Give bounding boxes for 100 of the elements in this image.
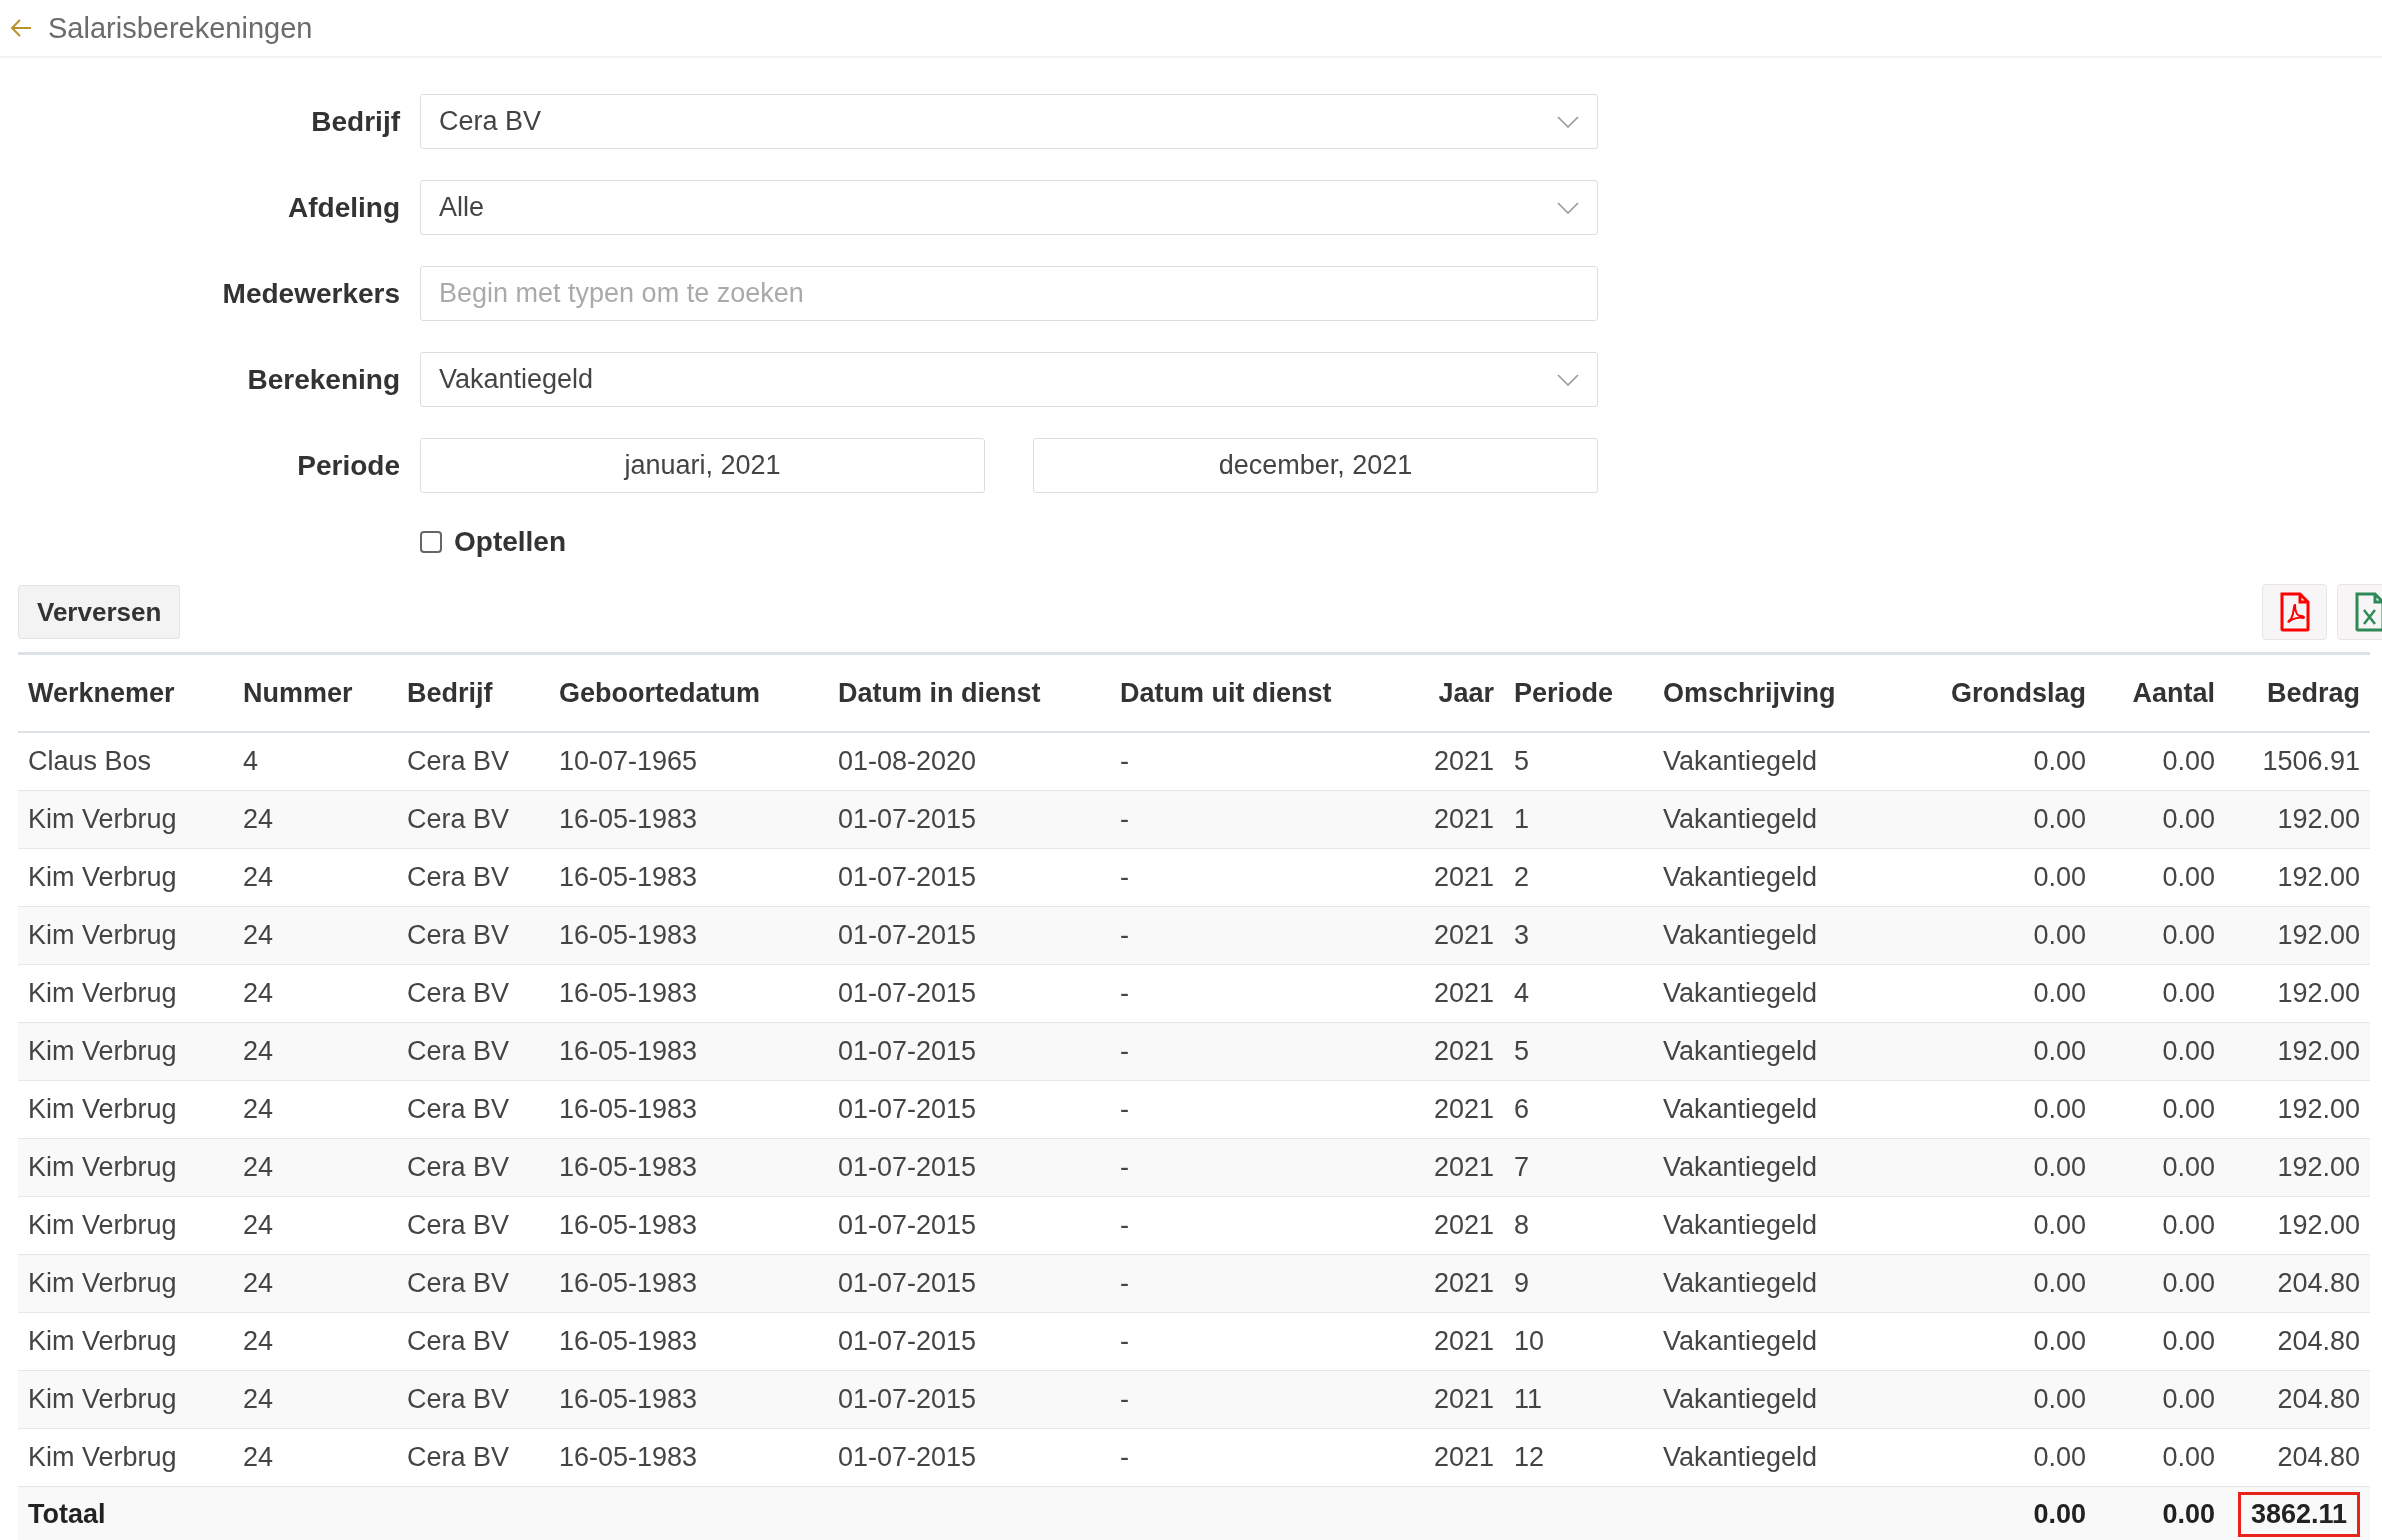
table-cell: 2021 [1387,1428,1504,1487]
table-cell: 0.00 [2096,1196,2225,1255]
total-amount: 3862.11 [2237,1491,2360,1537]
table-cell: 2021 [1387,732,1504,791]
table-cell: Kim Verbrug [18,1428,233,1487]
table-cell: - [1110,1138,1387,1197]
table-cell: 0.00 [2096,848,2225,907]
table-cell: 16-05-1983 [549,790,828,849]
table-cell: 01-07-2015 [828,1022,1110,1081]
table-cell: 6 [1504,1080,1653,1139]
table-cell: Cera BV [397,1196,549,1255]
table-cell: 192.00 [2225,1196,2370,1255]
table-cell: 192.00 [2225,1022,2370,1081]
table-cell: - [1110,1080,1387,1139]
table-cell: - [1110,1022,1387,1081]
dropdown-field[interactable]: Alle [420,180,1598,235]
table-cell: Cera BV [397,790,549,849]
table-cell: 16-05-1983 [549,1370,828,1429]
table-cell: Vakantiegeld [1653,1080,1900,1139]
table-cell: 11 [1504,1370,1653,1429]
table-cell: - [1110,1428,1387,1487]
table-cell: - [1110,1196,1387,1255]
dropdown-field[interactable]: Cera BV [420,94,1598,149]
table-cell: 2021 [1387,1080,1504,1139]
table-cell: 0.00 [2096,964,2225,1023]
table-cell: 0.00 [1900,1022,2096,1081]
date-field[interactable]: januari, 2021 [420,438,985,493]
table-cell: 2021 [1387,848,1504,907]
table-cell: 0.00 [2096,1254,2225,1313]
table-cell: 5 [1504,1022,1653,1081]
table-cell: Cera BV [397,1254,549,1313]
table-cell: 0.00 [1900,1080,2096,1139]
table-cell: - [1110,964,1387,1023]
table-cell: 24 [233,1254,397,1313]
table-cell: 0.00 [2096,1428,2225,1487]
table-cell: Kim Verbrug [18,1022,233,1081]
table-cell: 204.80 [2225,1312,2370,1371]
table-cell: Kim Verbrug [18,1080,233,1139]
dropdown-field[interactable]: Vakantiegeld [420,352,1598,407]
table-cell: 24 [233,906,397,965]
table-cell: 01-08-2020 [828,732,1110,791]
table-cell: Vakantiegeld [1653,1312,1900,1371]
table-cell: Cera BV [397,1370,549,1429]
table-cell: - [1110,1370,1387,1429]
table-cell: Vakantiegeld [1653,1370,1900,1429]
total-cell: 0.00 [2096,1486,2225,1540]
table-cell: Kim Verbrug [18,1254,233,1313]
table-cell: Cera BV [397,732,549,791]
field-label: Bedrijf [310,105,400,138]
checkbox[interactable] [420,531,442,553]
table-cell: 16-05-1983 [549,1022,828,1081]
table-cell: 4 [1504,964,1653,1023]
chevron-down-icon [1557,201,1579,214]
table-cell: 2021 [1387,1254,1504,1313]
table-cell: 0.00 [1900,906,2096,965]
table-cell: - [1110,1312,1387,1371]
table-cell: Cera BV [397,848,549,907]
table-cell: 10-07-1965 [549,732,828,791]
table-cell: Cera BV [397,1080,549,1139]
table-cell: 0.00 [1900,1428,2096,1487]
table-cell: 1 [1504,790,1653,849]
table-cell: 0.00 [1900,1312,2096,1371]
table-cell: - [1110,732,1387,791]
table-cell: 0.00 [2096,906,2225,965]
table-cell: 16-05-1983 [549,1138,828,1197]
table-cell: 3 [1504,906,1653,965]
field-label: Medewerkers [221,277,400,310]
table-cell: 01-07-2015 [828,1370,1110,1429]
refresh-button[interactable]: Verversen [18,585,181,639]
chevron-down-icon [1557,373,1579,386]
table-cell: 7 [1504,1138,1653,1197]
field-label: Berekening [246,363,400,396]
table-cell: Vakantiegeld [1653,732,1900,791]
chevron-down-icon [1557,115,1579,128]
table-cell: 24 [233,848,397,907]
table-cell: 0.00 [2096,1080,2225,1139]
table-cell: 01-07-2015 [828,964,1110,1023]
table-cell: 204.80 [2225,1254,2370,1313]
table-cell: 01-07-2015 [828,1312,1110,1371]
table-cell: 2021 [1387,1312,1504,1371]
table-cell: Kim Verbrug [18,1138,233,1197]
date-field[interactable]: december, 2021 [1033,438,1598,493]
table-cell: 24 [233,1138,397,1197]
table-cell: Kim Verbrug [18,1370,233,1429]
table-cell: 4 [233,732,397,791]
table-cell: 0.00 [1900,1370,2096,1429]
table-cell: Kim Verbrug [18,1196,233,1255]
table-cell: 16-05-1983 [549,906,828,965]
pdf-export-button[interactable] [2262,584,2327,640]
table-cell: Kim Verbrug [18,964,233,1023]
table-cell: 0.00 [2096,1138,2225,1197]
table-cell: 2021 [1387,964,1504,1023]
table-cell: Vakantiegeld [1653,1428,1900,1487]
table-cell: 192.00 [2225,906,2370,965]
table-cell: 0.00 [1900,964,2096,1023]
table-cell: 01-07-2015 [828,848,1110,907]
table-cell: 0.00 [2096,1370,2225,1429]
back-arrow-icon[interactable] [10,18,32,38]
table-cell: 2021 [1387,1370,1504,1429]
table-cell: 192.00 [2225,964,2370,1023]
